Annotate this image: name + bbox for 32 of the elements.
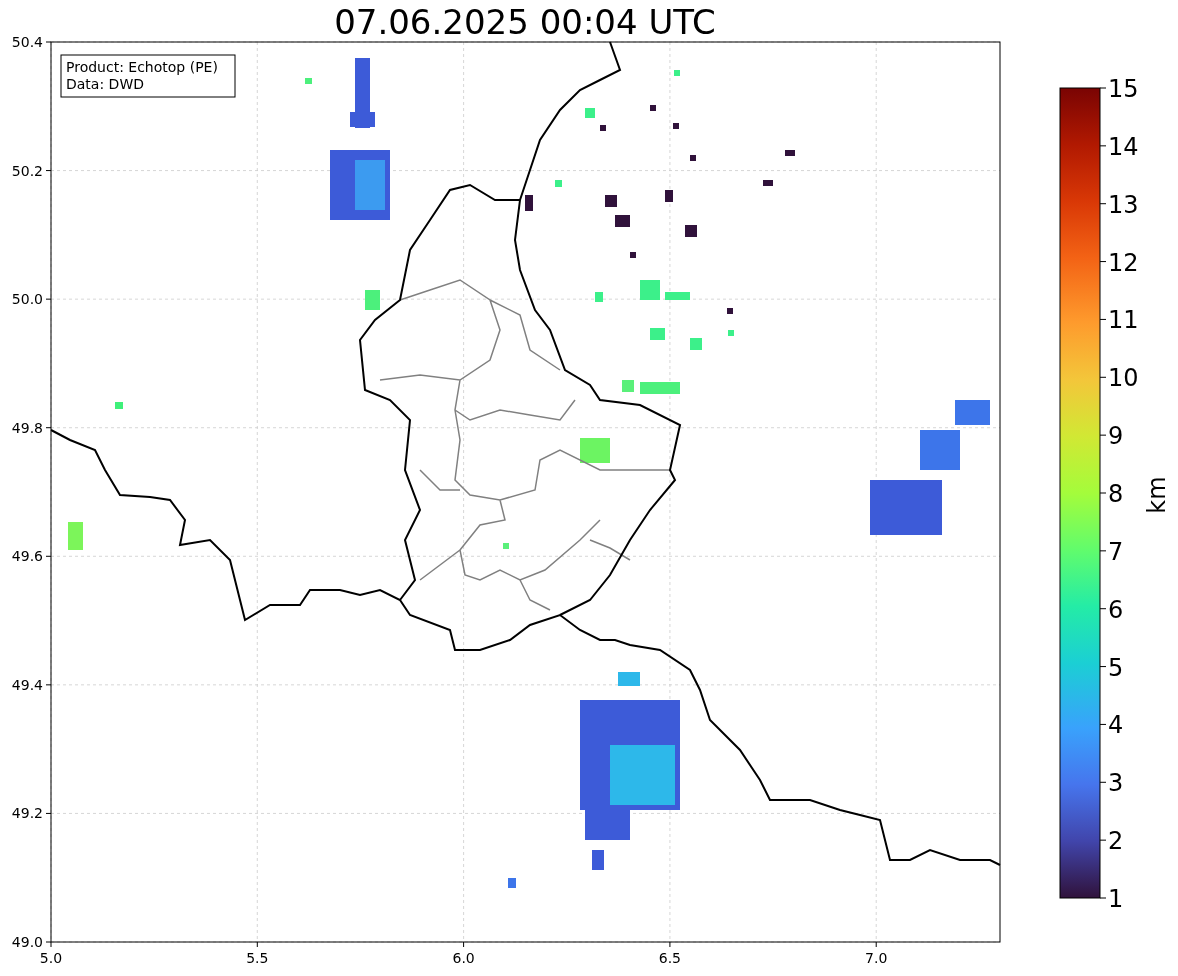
colorbar-tick-label: 6 — [1108, 595, 1124, 624]
colorbar-tick-label: 13 — [1108, 190, 1139, 219]
colorbar-tick-label: 2 — [1108, 827, 1124, 856]
map-title: 07.06.2025 00:04 UTC — [334, 2, 716, 42]
x-tick-label: 6.0 — [452, 950, 475, 966]
colorbar-tick-label: 15 — [1108, 75, 1139, 103]
colorbar-tick-label: 7 — [1108, 537, 1124, 566]
colorbar-label: km — [1143, 476, 1171, 514]
x-tick-label: 5.5 — [246, 950, 269, 966]
x-tick-label: 7.0 — [865, 950, 888, 966]
y-tick-label: 50.0 — [11, 291, 43, 308]
legend-text: Product: Echotop (PE) — [66, 59, 218, 75]
colorbar-tick-label: 5 — [1108, 653, 1124, 682]
colorbar-tick-label: 8 — [1108, 480, 1124, 508]
y-tick-label: 49.0 — [11, 934, 43, 950]
y-tick-label: 49.4 — [11, 676, 43, 693]
colorbar-tick-label: 1 — [1108, 885, 1124, 913]
colorbar-tick-label: 9 — [1108, 422, 1124, 451]
y-tick-label: 49.2 — [11, 805, 43, 822]
legend-text: Data: DWD — [66, 76, 144, 92]
colorbar-tick-label: 12 — [1108, 248, 1139, 277]
y-tick-label: 50.2 — [11, 162, 43, 179]
y-tick-label: 49.8 — [11, 419, 43, 436]
colorbar-tick-label: 4 — [1108, 711, 1124, 740]
colorbar-tick-label: 14 — [1108, 132, 1139, 161]
colorbar-tick-label: 3 — [1108, 769, 1124, 798]
y-tick-label: 49.6 — [11, 548, 43, 565]
y-tick-label: 50.4 — [11, 34, 43, 50]
colorbar-tick-label: 11 — [1108, 306, 1139, 335]
x-tick-label: 5.0 — [39, 950, 63, 966]
colorbar-tick-label: 10 — [1108, 364, 1139, 393]
x-tick-label: 6.5 — [658, 950, 682, 966]
